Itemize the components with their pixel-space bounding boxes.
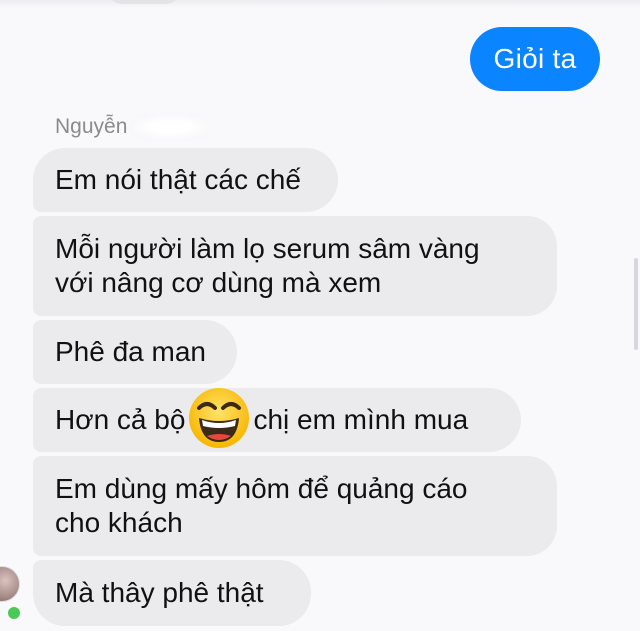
message-text-line: cho khách: [55, 507, 183, 538]
online-status-indicator: [6, 605, 22, 621]
message-text-line: Mỗi người làm lọ serum sâm vàng: [55, 233, 480, 264]
outgoing-message-bubble[interactable]: Giỏi ta: [470, 27, 600, 91]
message-text-line: Em dùng mấy hôm để quảng cáo: [55, 473, 468, 504]
incoming-message-bubble[interactable]: Phê đa man: [33, 320, 237, 384]
message-text-line: với nâng cơ dùng mà xem: [55, 267, 382, 298]
message-text: Mà thây phê thật: [55, 577, 264, 608]
message-text-before-emoji: Hơn cả bộ: [55, 404, 186, 435]
redacted-name-blur: [133, 116, 209, 138]
incoming-message-bubble[interactable]: Mà thây phê thật: [33, 560, 311, 626]
avatar[interactable]: [0, 566, 20, 602]
message-text: Em nói thật các chế: [55, 164, 301, 195]
scrollbar[interactable]: [634, 258, 638, 350]
grinning-squinting-face-icon: [189, 388, 250, 448]
sender-label: Nguyễn: [55, 113, 209, 141]
outgoing-message-text: Giỏi ta: [493, 43, 577, 74]
incoming-message-bubble[interactable]: Em nói thật các chế: [33, 148, 338, 212]
incoming-message-bubble[interactable]: Em dùng mấy hôm để quảng cáo cho khách: [33, 456, 557, 556]
incoming-message-bubble[interactable]: Hơn cả bộ chị em mình mua: [33, 388, 521, 452]
incoming-message-bubble[interactable]: Mỗi người làm lọ serum sâm vàng với nâng…: [33, 216, 557, 316]
sender-name: Nguyễn: [55, 115, 128, 138]
partial-message-bubble: [108, 0, 180, 4]
top-edge: [0, 0, 640, 8]
message-text-after-emoji: chị em mình mua: [253, 404, 469, 435]
message-text: Phê đa man: [55, 336, 206, 367]
